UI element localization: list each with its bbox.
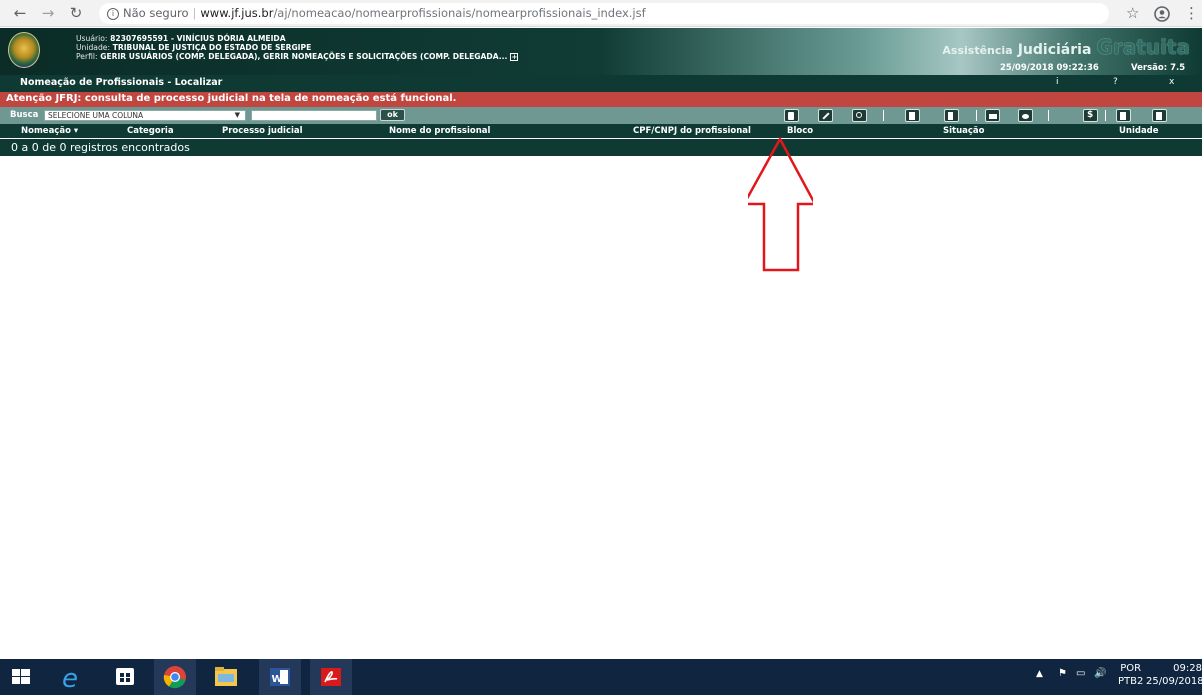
toolbar-divider bbox=[976, 110, 977, 121]
flag-icon[interactable]: ⚑ bbox=[1058, 668, 1067, 695]
edit-icon[interactable] bbox=[818, 109, 833, 122]
file-explorer-icon[interactable] bbox=[205, 659, 247, 695]
acrobat-icon[interactable] bbox=[310, 659, 352, 695]
profile-icon[interactable] bbox=[1154, 3, 1170, 23]
column-header-bloco[interactable]: Bloco bbox=[787, 126, 813, 136]
annotation-arrow-icon bbox=[748, 137, 813, 272]
chrome-icon[interactable] bbox=[154, 659, 196, 695]
column-header-unidade[interactable]: Unidade bbox=[1119, 126, 1159, 136]
search-icon[interactable] bbox=[852, 109, 867, 122]
header-datetime: 25/09/2018 09:22:36 bbox=[1000, 63, 1099, 73]
keyboard-layout: PTB2 bbox=[1118, 676, 1144, 687]
export-icon[interactable] bbox=[1152, 109, 1167, 122]
svg-text:e: e bbox=[62, 664, 78, 694]
language-code: POR bbox=[1120, 663, 1142, 674]
screen: ← → ↻ i Não seguro | www.jf.jus.br/aj/nomea… bbox=[0, 0, 1202, 695]
user-label: Usuário: bbox=[76, 34, 108, 43]
coat-of-arms-icon bbox=[8, 32, 40, 68]
svg-text:W: W bbox=[272, 674, 283, 685]
toolbar-divider bbox=[883, 110, 884, 121]
security-label: Não seguro bbox=[123, 6, 189, 20]
column-header-nomeacao[interactable]: Nomeação ▾ bbox=[21, 126, 78, 136]
close-button[interactable]: x bbox=[1169, 77, 1174, 87]
info-icon[interactable]: i bbox=[107, 7, 119, 20]
alert-text: Atenção JFRJ: consulta de processo judic… bbox=[6, 93, 457, 104]
windows-start-icon[interactable] bbox=[0, 659, 42, 695]
clock-time: 09:28 bbox=[1173, 663, 1202, 674]
info-button[interactable]: i bbox=[1056, 77, 1059, 87]
column-select-value: SELECIONE UMA COLUNA bbox=[48, 111, 144, 120]
toolbar-divider bbox=[1048, 110, 1049, 121]
column-header-processo[interactable]: Processo judicial bbox=[222, 126, 303, 136]
brand-word-3: Gratuita bbox=[1096, 35, 1191, 59]
document-icon[interactable] bbox=[905, 109, 920, 122]
search-label: Busca bbox=[10, 110, 39, 120]
brand-word-2: Judiciária bbox=[1017, 42, 1092, 58]
copy-icon[interactable] bbox=[944, 109, 959, 122]
more-vert-icon[interactable]: ⋮ bbox=[1184, 3, 1199, 23]
profile-value: GERIR USUÁRIOS (COMP. DELEGADA), GERIR N… bbox=[100, 52, 508, 61]
brand-word-1: Assistência bbox=[942, 44, 1013, 57]
column-header-nome[interactable]: Nome do profissional bbox=[389, 126, 490, 136]
money-icon[interactable]: $ bbox=[1083, 109, 1098, 122]
records-summary-bar: 0 a 0 de 0 registros encontrados bbox=[0, 139, 1202, 156]
forward-arrow-icon[interactable]: → bbox=[38, 3, 58, 23]
chevron-down-icon: ▼ bbox=[234, 111, 240, 119]
column-header-situacao[interactable]: Situação bbox=[943, 126, 985, 136]
page-title: Nomeação de Profissionais - Localizar bbox=[20, 77, 223, 88]
search-toolbar: Busca SELECIONE UMA COLUNA ▼ ok $ bbox=[0, 107, 1202, 124]
expand-profile-icon[interactable]: + bbox=[510, 53, 519, 61]
url-path: /aj/nomeacao/nomearprofissionais/nomearp… bbox=[273, 6, 646, 20]
help-button[interactable]: ? bbox=[1113, 77, 1118, 87]
language-indicator[interactable]: POR PTB2 bbox=[1118, 662, 1143, 695]
address-bar[interactable]: i Não seguro | www.jf.jus.br/aj/nomeacao/no… bbox=[99, 3, 1109, 24]
user-value: 82307695591 - VINÍCIUS DÓRIA ALMEIDA bbox=[110, 34, 286, 43]
view-icon[interactable] bbox=[1018, 109, 1033, 122]
toolbar-divider bbox=[1105, 110, 1106, 121]
back-arrow-icon[interactable]: ← bbox=[10, 3, 30, 23]
clock-date: 25/09/2018 bbox=[1146, 676, 1202, 687]
star-icon[interactable]: ☆ bbox=[1126, 3, 1139, 23]
header-version: Versão: 7.5 bbox=[1131, 63, 1186, 73]
print-icon[interactable] bbox=[985, 109, 1000, 122]
brand-logo: Assistência Judiciária Gratuita bbox=[942, 35, 1190, 59]
profile-label: Perfil: bbox=[76, 52, 98, 61]
internet-explorer-icon[interactable]: e bbox=[50, 659, 92, 695]
unit-label: Unidade: bbox=[76, 43, 111, 52]
records-count: 0 a 0 de 0 registros encontrados bbox=[11, 141, 190, 154]
column-header-categoria[interactable]: Categoria bbox=[127, 126, 174, 136]
alert-banner: Atenção JFRJ: consulta de processo judic… bbox=[0, 92, 1202, 107]
table-header: Nomeação ▾ Categoria Processo judicial N… bbox=[0, 124, 1202, 138]
column-header-cpf[interactable]: CPF/CNPJ do profissional bbox=[633, 126, 751, 136]
browser-toolbar: ← → ↻ i Não seguro | www.jf.jus.br/aj/nomea… bbox=[0, 0, 1202, 27]
store-icon[interactable] bbox=[104, 659, 146, 695]
tray-up-arrow-icon[interactable]: ▲ bbox=[1036, 669, 1043, 695]
divider: | bbox=[192, 6, 197, 20]
windows-taskbar: e W ▲ ⚑ ▭ 🔊 POR PTB2 09:28 25/09/2018 bbox=[0, 659, 1202, 695]
reload-icon[interactable]: ↻ bbox=[66, 3, 86, 23]
search-input[interactable] bbox=[251, 110, 377, 121]
word-icon[interactable]: W bbox=[259, 659, 301, 695]
unit-value: TRIBUNAL DE JUSTIÇA DO ESTADO DE SERGIPE bbox=[112, 43, 312, 52]
network-icon[interactable]: ▭ bbox=[1076, 668, 1085, 695]
column-select[interactable]: SELECIONE UMA COLUNA ▼ bbox=[44, 110, 246, 121]
user-info: Usuário: 82307695591 - VINÍCIUS DÓRIA AL… bbox=[76, 34, 519, 61]
report-icon[interactable] bbox=[1116, 109, 1131, 122]
new-icon[interactable] bbox=[784, 109, 799, 122]
ok-button[interactable]: ok bbox=[380, 109, 405, 121]
clock[interactable]: 09:28 25/09/2018 bbox=[1146, 662, 1202, 695]
url-domain: www.jf.jus.br bbox=[200, 6, 274, 20]
volume-icon[interactable]: 🔊 bbox=[1094, 668, 1106, 695]
page-title-bar: Nomeação de Profissionais - Localizar i … bbox=[0, 75, 1202, 92]
